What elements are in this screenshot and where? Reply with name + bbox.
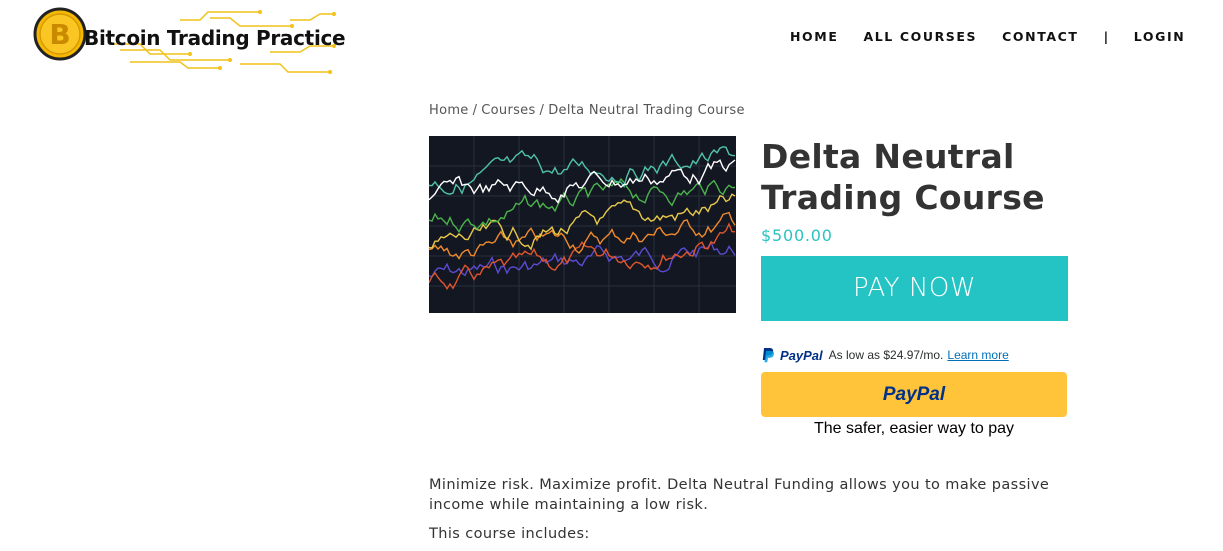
breadcrumb-home[interactable]: Home — [429, 103, 469, 118]
description-includes-heading: This course includes: — [429, 526, 590, 542]
paypal-mark-icon — [762, 348, 774, 363]
description-paragraph: Minimize risk. Maximize profit. Delta Ne… — [429, 477, 1050, 513]
nav-home[interactable]: HOME — [790, 29, 838, 44]
paypal-button[interactable]: PayPal — [761, 372, 1067, 417]
product-description: Minimize risk. Maximize profit. Delta Ne… — [429, 476, 1069, 551]
nav-contact[interactable]: CONTACT — [1002, 29, 1078, 44]
chart-image-line — [429, 211, 736, 260]
logo-text: Bitcoin Trading Practice — [84, 26, 346, 50]
product-image[interactable] — [429, 136, 736, 313]
breadcrumb-separator: / — [539, 103, 545, 118]
product-price: $500.00 — [761, 226, 833, 245]
breadcrumb-courses[interactable]: Courses — [481, 103, 535, 118]
paypal-paylater-message: PayPal As low as $24.97/mo. Learn more — [761, 346, 1009, 364]
paypal-logo: PayPal — [882, 383, 946, 405]
breadcrumb-current: Delta Neutral Trading Course — [548, 103, 745, 118]
svg-text:B: B — [49, 18, 70, 51]
breadcrumb: Home / Courses / Delta Neutral Trading Cours… — [429, 103, 745, 118]
nav-login[interactable]: LOGIN — [1134, 29, 1186, 44]
paypal-tagline: The safer, easier way to pay — [813, 420, 1015, 437]
nav-all-courses[interactable]: ALL COURSES — [863, 29, 977, 44]
site-logo[interactable]: B Bitcoin Trading Practice — [30, 6, 346, 76]
chart-image-line — [429, 193, 736, 251]
paylater-text: As low as $24.97/mo. — [828, 348, 944, 362]
nav-separator: | — [1103, 29, 1110, 44]
multi-line-price-chart-image — [429, 136, 736, 313]
pay-now-button[interactable]: PAY NOW — [761, 256, 1068, 321]
product-title: Delta Neutral Trading Course — [761, 137, 1045, 217]
breadcrumb-separator: / — [472, 103, 478, 118]
main-nav: HOME ALL COURSES CONTACT | LOGIN — [790, 29, 1185, 44]
paylater-logo-text: PayPal — [780, 347, 823, 363]
chart-image-line — [429, 240, 736, 278]
learn-more-link[interactable]: Learn more — [947, 348, 1008, 362]
